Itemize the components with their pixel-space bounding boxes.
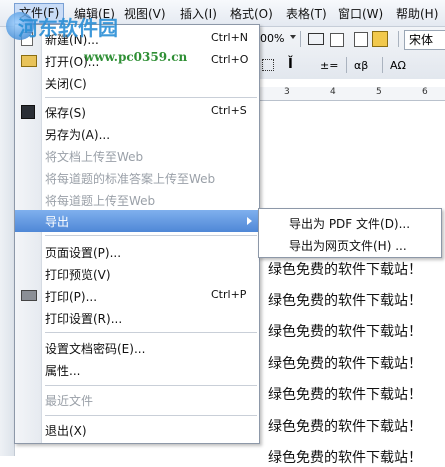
- menu-item-shortcut: Ctrl+S: [211, 104, 247, 117]
- menu-window[interactable]: 窗口(W): [338, 5, 383, 22]
- menu-item-label: 退出(X): [45, 424, 87, 438]
- table-icon[interactable]: [308, 33, 324, 45]
- toolbar-divider: [398, 31, 399, 47]
- menu-separator: [45, 385, 257, 386]
- menu-item-label: 打印预览(V): [45, 268, 111, 282]
- document-line: 绿色免费的软件下载站！: [268, 356, 422, 372]
- font-select[interactable]: 宋体: [404, 30, 445, 50]
- document-line: 绿色免费的软件下载站！: [268, 450, 422, 466]
- menu-item-label: 保存(S): [45, 106, 86, 120]
- menu-item-save-as[interactable]: 另存为(A)...: [15, 123, 259, 145]
- toolbar: 00% 宋体 Ǐ ±= αβ AΩ: [258, 27, 445, 79]
- save-disk-icon: [21, 105, 35, 119]
- greek-button[interactable]: αβ: [354, 59, 368, 72]
- submenu-item-label: 导出为网页文件(H) ...: [289, 239, 407, 253]
- menu-item-upload-doc: 将文档上传至Web: [15, 145, 259, 167]
- horizontal-ruler: 3 4 5 6: [258, 87, 445, 101]
- document-line: 绿色免费的软件下载站！: [268, 262, 422, 278]
- menu-item-label: 导出: [45, 215, 70, 229]
- watermark-url: www.pc0359.cn: [84, 50, 188, 64]
- menu-item-label: 设置文档密码(E)...: [45, 342, 146, 356]
- highlight-icon[interactable]: [372, 31, 388, 47]
- menu-separator: [45, 415, 257, 416]
- menu-item-label: 打印(P)...: [45, 290, 98, 304]
- submenu-item-export-pdf[interactable]: 导出为 PDF 文件(D)...: [259, 211, 441, 233]
- menu-item-exit[interactable]: 退出(X): [15, 419, 259, 441]
- menu-item-label: 将文档上传至Web: [45, 150, 144, 164]
- window-icon[interactable]: [330, 33, 344, 47]
- page-icon[interactable]: [354, 32, 368, 47]
- ruler-number: 5: [376, 87, 382, 97]
- menu-table[interactable]: 表格(T): [286, 5, 327, 22]
- menu-separator: [45, 97, 257, 98]
- menu-item-shortcut: Ctrl+N: [211, 31, 249, 44]
- menu-item-label: 属性...: [45, 364, 81, 378]
- menu-item-close[interactable]: 关闭(C): [15, 72, 259, 94]
- menu-item-print-settings[interactable]: 打印设置(R)...: [15, 307, 259, 329]
- menu-item-set-password[interactable]: 设置文档密码(E)...: [15, 337, 259, 359]
- menu-item-upload-questions: 将每道题上传至Web: [15, 189, 259, 211]
- menu-item-recent-files: 最近文件: [15, 389, 259, 411]
- symbol-button[interactable]: ±=: [320, 59, 338, 72]
- document-line: 绿色免费的软件下载站！: [268, 324, 422, 340]
- zoom-value[interactable]: 00%: [260, 32, 284, 45]
- document-line: 绿色免费的软件下载站！: [268, 419, 422, 435]
- menu-item-page-setup[interactable]: 页面设置(P)...: [15, 241, 259, 263]
- menu-item-upload-answers: 将每道题的标准答案上传至Web: [15, 167, 259, 189]
- submenu-item-label: 导出为 PDF 文件(D)...: [289, 217, 411, 231]
- menu-separator: [45, 332, 257, 333]
- menu-item-print[interactable]: 打印(P)... Ctrl+P: [15, 285, 259, 307]
- menu-item-label: 页面设置(P)...: [45, 246, 122, 260]
- export-submenu: 导出为 PDF 文件(D)... 导出为网页文件(H) ...: [258, 208, 442, 258]
- menu-item-label: 最近文件: [45, 394, 94, 408]
- menu-insert[interactable]: 插入(I): [180, 5, 217, 22]
- document-line: 绿色免费的软件下载站！: [268, 387, 422, 403]
- document-line: 绿色免费的软件下载站！: [268, 293, 422, 309]
- submenu-arrow-icon: [247, 217, 252, 225]
- toolbar-divider: [300, 31, 301, 47]
- zoom-dropdown-icon[interactable]: [290, 35, 296, 39]
- menu-view[interactable]: 视图(V): [124, 5, 166, 22]
- open-folder-icon: [21, 55, 37, 67]
- ruler-number: 4: [330, 87, 336, 97]
- printer-icon: [21, 290, 37, 301]
- file-menu-dropdown: 新建(N)... Ctrl+N 打开(O)... Ctrl+O 关闭(C) 保存…: [14, 24, 260, 444]
- menu-item-shortcut: Ctrl+P: [211, 288, 247, 301]
- menu-item-label: 关闭(C): [45, 77, 87, 91]
- text-cursor-icon[interactable]: Ǐ: [288, 57, 293, 72]
- toolbar-divider: [346, 57, 347, 73]
- special-char-button[interactable]: AΩ: [390, 59, 406, 72]
- menu-item-export[interactable]: 导出: [15, 210, 259, 232]
- menu-item-label: 将每道题上传至Web: [45, 194, 156, 208]
- menu-item-print-preview[interactable]: 打印预览(V): [15, 263, 259, 285]
- menu-help[interactable]: 帮助(H): [396, 5, 438, 22]
- menu-format[interactable]: 格式(O): [230, 5, 273, 22]
- document-area[interactable]: 绿色免费的软件下载站！ 绿色免费的软件下载站！ 绿色免费的软件下载站！ 绿色免费…: [258, 101, 445, 466]
- side-toolbar: [0, 27, 15, 456]
- menu-item-shortcut: Ctrl+O: [211, 53, 249, 66]
- menu-item-label: 另存为(A)...: [45, 128, 111, 142]
- toolbar-divider: [382, 57, 383, 73]
- grid-icon[interactable]: [262, 59, 274, 71]
- ruler-number: 3: [284, 87, 290, 97]
- menu-separator: [45, 235, 257, 236]
- menu-item-save[interactable]: 保存(S) Ctrl+S: [15, 101, 259, 123]
- ruler-number: 6: [422, 87, 428, 97]
- menu-item-label: 打印设置(R)...: [45, 312, 123, 326]
- watermark-title: 河东软件园: [18, 16, 118, 40]
- menu-item-properties[interactable]: 属性...: [15, 359, 259, 381]
- submenu-item-export-html[interactable]: 导出为网页文件(H) ...: [259, 233, 441, 255]
- menu-item-label: 将每道题的标准答案上传至Web: [45, 172, 216, 186]
